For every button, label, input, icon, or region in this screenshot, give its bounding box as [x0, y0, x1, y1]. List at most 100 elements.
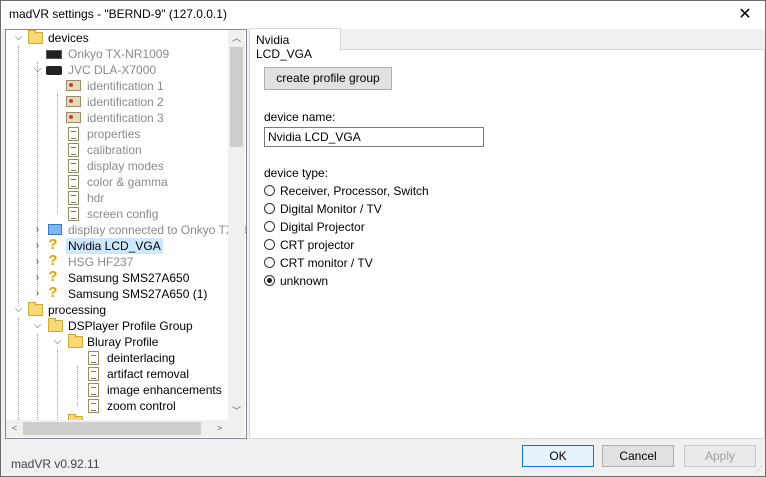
tree-item-identification-2[interactable]: identification 2 [6, 94, 228, 110]
tree-item-identification-3[interactable]: identification 3 [6, 110, 228, 126]
tree-item-display-connected[interactable]: › display connected to Onkyo TX-N [6, 222, 246, 238]
radio-circle-icon[interactable] [264, 257, 275, 268]
tree-item-nvidia[interactable]: › ? Nvidia LCD_VGA [6, 236, 228, 254]
document-icon [68, 191, 79, 205]
chevron-down-icon[interactable]: ⌵ [33, 318, 42, 334]
radio-circle-icon[interactable] [264, 221, 275, 232]
radio-circle-icon[interactable] [264, 239, 275, 250]
tree-item-zoom-control[interactable]: zoom control [6, 398, 228, 414]
chevron-down-icon[interactable]: ⌵ [14, 30, 23, 46]
chevron-down-icon[interactable]: ⌵ [14, 302, 23, 318]
document-icon [88, 383, 99, 397]
tree-item-color-gamma[interactable]: color & gamma [6, 174, 228, 190]
tree-item-calibration[interactable]: calibration [6, 142, 228, 158]
tree-item-properties[interactable]: properties [6, 126, 228, 142]
scroll-left-icon[interactable]: < [6, 420, 23, 437]
document-icon [88, 351, 99, 365]
settings-window: madVR settings - "BERND-9" (127.0.0.1) ✕… [0, 0, 766, 477]
document-icon [68, 143, 79, 157]
folder-icon [68, 334, 83, 348]
chevron-right-icon[interactable]: › [33, 254, 42, 270]
chevron-right-icon[interactable]: › [33, 222, 42, 238]
tree-vertical-scrollbar[interactable]: ︿ ﹀ [228, 30, 245, 420]
chevron-down-icon[interactable]: ⌵ [53, 334, 62, 350]
radio-circle-icon[interactable] [264, 185, 275, 196]
scroll-up-icon[interactable]: ︿ [228, 30, 245, 47]
chevron-down-icon[interactable]: ⌵ [33, 62, 42, 78]
tree-item-label: artifact removal [107, 367, 190, 381]
scrollbar-thumb[interactable] [23, 422, 201, 435]
question-icon: ? [48, 268, 58, 285]
apply-button[interactable]: Apply [684, 445, 756, 467]
document-icon [88, 399, 99, 413]
ok-button[interactable]: OK [522, 445, 594, 467]
device-settings-panel: create profile group device name: device… [249, 49, 765, 439]
tree-item-label: hdr [87, 191, 105, 205]
tree-item-hdr[interactable]: hdr [6, 190, 228, 206]
id-card-icon [66, 80, 81, 91]
tree-item-label: Samsung SMS27A650 (1) [68, 287, 208, 301]
tree-item-samsung[interactable]: › ? Samsung SMS27A650 [6, 268, 228, 286]
device-name-input[interactable] [264, 127, 484, 147]
tree-item-samsung-1[interactable]: › ? Samsung SMS27A650 (1) [6, 284, 228, 302]
tree-horizontal-scrollbar[interactable]: < > [6, 420, 228, 437]
radio-circle-selected-icon[interactable] [264, 275, 275, 286]
document-icon [68, 127, 79, 141]
document-icon [68, 159, 79, 173]
tab-label: Nvidia LCD_VGA [256, 33, 313, 61]
radio-label: Digital Monitor / TV [280, 202, 382, 216]
question-icon: ? [48, 284, 58, 301]
chevron-right-icon[interactable]: › [33, 286, 42, 302]
tree-item-label: image enhancements [107, 383, 222, 397]
tree-item-artifact-removal[interactable]: artifact removal [6, 366, 228, 382]
create-profile-group-button[interactable]: create profile group [264, 67, 392, 90]
scroll-right-icon[interactable]: > [211, 420, 228, 437]
radio-label: Digital Projector [280, 220, 365, 234]
radio-label: unknown [280, 274, 329, 288]
tree-item-label: identification 1 [87, 79, 164, 93]
radio-circle-icon[interactable] [264, 203, 275, 214]
id-card-icon [66, 112, 81, 123]
tree-item-screen-config[interactable]: screen config [6, 206, 228, 222]
settings-tree[interactable]: ⌵ devices Onkyo TX-NR1009 ⌵ JVC DLA-X700… [5, 29, 247, 439]
question-icon: ? [48, 236, 58, 253]
tree-item-label: identification 3 [87, 111, 164, 125]
tree-item-jvc[interactable]: ⌵ JVC DLA-X7000 [6, 62, 228, 78]
chevron-right-icon[interactable]: › [33, 238, 42, 254]
window-title: madVR settings - "BERND-9" (127.0.0.1) [9, 7, 227, 21]
tree-item-dsplayer-group[interactable]: ⌵ DSPlayer Profile Group [6, 318, 228, 334]
monitor-icon [48, 224, 62, 235]
device-type-label: device type: [264, 166, 329, 180]
cancel-button[interactable]: Cancel [602, 445, 674, 467]
projector-icon [46, 66, 62, 75]
tree-item-label: DSPlayer Profile Group [68, 319, 193, 333]
radio-label: CRT projector [280, 238, 355, 252]
scrollbar-thumb[interactable] [230, 47, 243, 147]
device-name-label: device name: [264, 110, 336, 124]
tree-item-label: HSG HF237 [68, 255, 134, 269]
scroll-down-icon[interactable]: ﹀ [228, 403, 245, 420]
folder-icon [28, 30, 43, 44]
tree-item-identification-1[interactable]: identification 1 [6, 78, 228, 94]
tree-item-label: devices [48, 31, 89, 45]
tree-item-label: identification 2 [87, 95, 164, 109]
tab-device[interactable]: Nvidia LCD_VGA [249, 28, 341, 61]
tree-item-label: Bluray Profile [87, 335, 159, 349]
tree-item-label: properties [87, 127, 141, 141]
folder-icon [28, 302, 43, 316]
id-card-icon [66, 96, 81, 107]
tree-item-deinterlacing[interactable]: deinterlacing [6, 350, 228, 366]
tree-item-bluray-profile[interactable]: ⌵ Bluray Profile [6, 334, 228, 350]
tree-item-image-enhancements[interactable]: image enhancements [6, 382, 228, 398]
chevron-right-icon[interactable]: › [33, 270, 42, 286]
tree-item-devices[interactable]: ⌵ devices [6, 30, 228, 46]
tree-item-hsg[interactable]: › ? HSG HF237 [6, 253, 228, 270]
tree-item-display-modes[interactable]: display modes [6, 158, 228, 174]
tree-item-label: Samsung SMS27A650 [68, 271, 190, 285]
tree-item-label: deinterlacing [107, 351, 176, 365]
tree-item-processing[interactable]: ⌵ processing [6, 302, 228, 318]
resize-grip-icon[interactable]: ⋰ [755, 465, 763, 474]
tree-item-onkyo[interactable]: Onkyo TX-NR1009 [6, 46, 228, 62]
tree-item-label: display connected to Onkyo TX-N [68, 223, 247, 237]
close-icon[interactable]: ✕ [735, 5, 755, 25]
